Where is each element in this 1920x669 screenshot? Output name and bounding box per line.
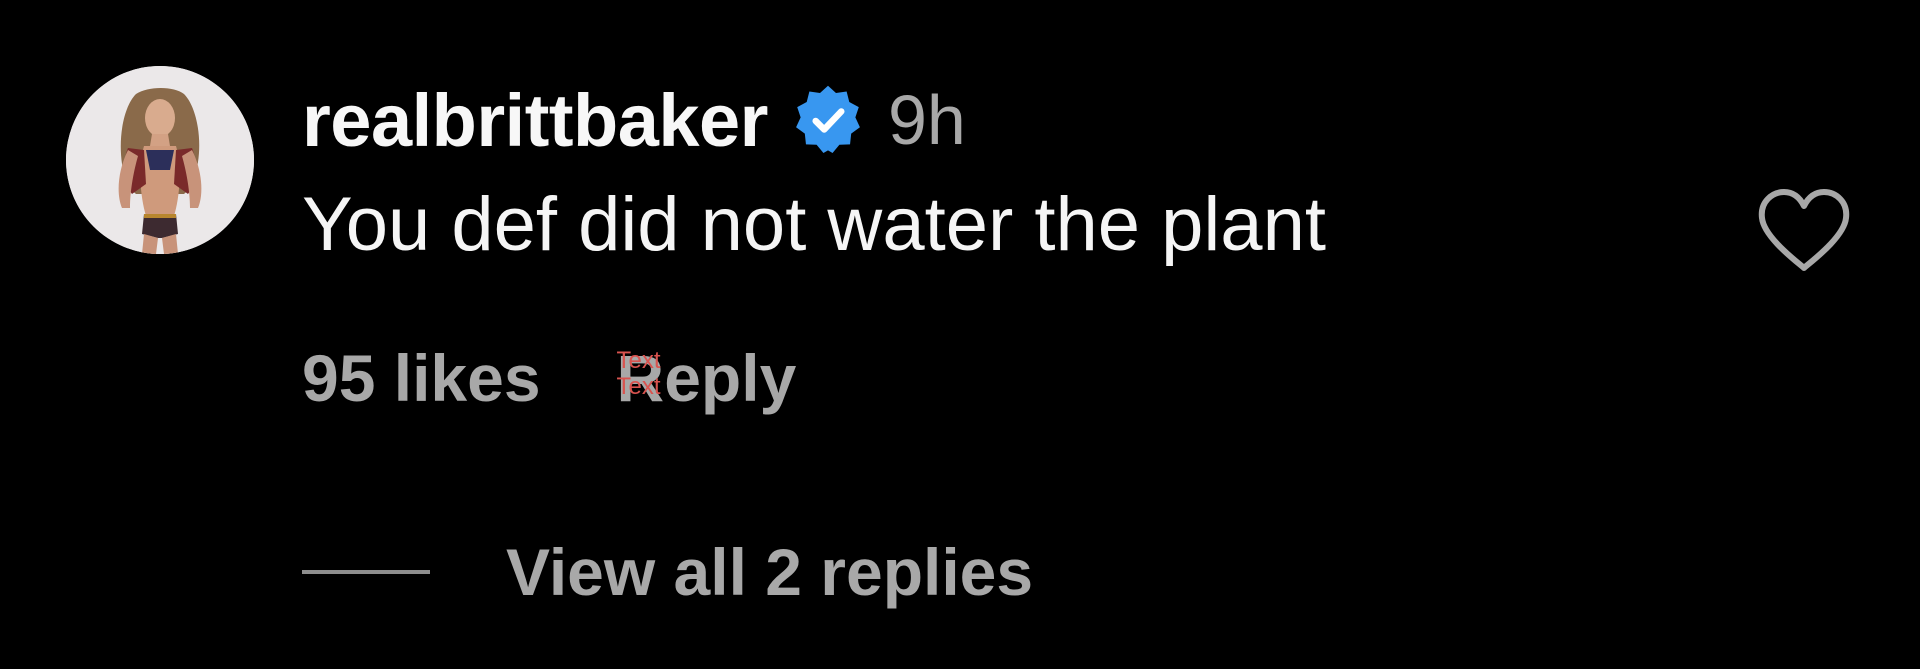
timestamp: 9h	[887, 81, 966, 159]
replies-divider	[302, 570, 430, 574]
reply-label: Reply	[616, 341, 797, 415]
like-button[interactable]	[1756, 188, 1852, 274]
reply-button[interactable]: Reply Text Text	[617, 340, 797, 416]
username[interactable]: realbrittbaker	[302, 78, 768, 163]
heart-outline-icon	[1758, 189, 1850, 271]
comment-actions: 95 likes Reply Text Text	[302, 338, 796, 418]
view-replies-button[interactable]: View all 2 replies	[302, 532, 1033, 612]
comment-item: realbrittbaker 9h You def did not water …	[0, 0, 1920, 669]
view-replies-label: View all 2 replies	[506, 535, 1034, 609]
avatar[interactable]	[66, 66, 254, 254]
comment-text: You def did not water the plant	[302, 182, 1326, 267]
verified-badge-icon	[790, 82, 866, 158]
avatar-image	[66, 66, 254, 254]
comment-header: realbrittbaker 9h	[302, 78, 966, 162]
likes-count[interactable]: 95 likes	[302, 340, 541, 416]
